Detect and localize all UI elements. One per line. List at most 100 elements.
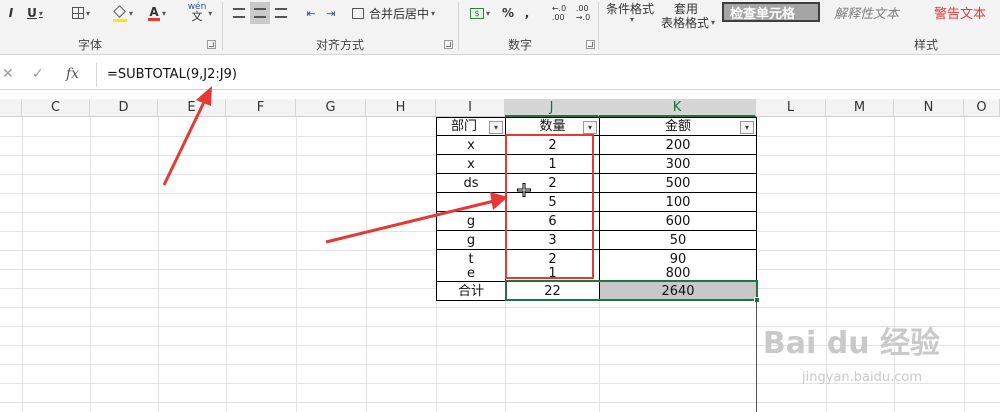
style-warning-text[interactable]: 警告文本 — [928, 2, 1000, 22]
header-dept[interactable]: 部门 ▾ — [436, 117, 506, 136]
border-icon — [71, 7, 84, 19]
comma-button[interactable]: , — [520, 2, 534, 24]
table-cell[interactable]: x — [436, 155, 506, 174]
column-header-k[interactable]: K — [599, 99, 756, 117]
watermark-logo: Bai du 经验 — [762, 326, 940, 361]
ribbon: I U ▾ ▾ ▾ A ▾ wén 文 ▾ ⇤ ⇥ 合并后居中 ▾ $ ▾ % , ←.0.… — [0, 0, 1000, 55]
highlight-box — [505, 134, 594, 279]
currency-icon: $ — [469, 7, 484, 19]
formula-input[interactable]: =SUBTOTAL(9,J2:J9) — [96, 63, 1000, 87]
watermark-url: jingyan.baidu.com — [802, 370, 922, 385]
grid-column-line — [366, 117, 367, 412]
alignment-group-launcher[interactable] — [444, 40, 453, 49]
ribbon-divider — [458, 2, 459, 50]
percent-button[interactable]: % — [500, 2, 516, 24]
font-group-label: 字体 — [77, 38, 102, 52]
align-center-button[interactable] — [250, 2, 270, 24]
header-amount-label: 金额 — [664, 119, 691, 134]
indent-decrease-icon: ⇤ — [306, 6, 316, 20]
table-cell[interactable]: x — [436, 136, 506, 155]
move-cursor-icon — [517, 183, 531, 197]
column-header-m[interactable]: M — [826, 99, 894, 117]
confirm-icon[interactable]: ✓ — [32, 66, 44, 82]
grid-column-line — [158, 117, 159, 412]
column-header-f[interactable]: F — [226, 99, 296, 117]
table-cell[interactable] — [436, 193, 506, 212]
alignment-group-label: 对齐方式 — [315, 38, 364, 52]
grid-column-line — [826, 117, 827, 412]
column-header-o[interactable]: O — [964, 99, 1000, 117]
grid-column-line — [296, 117, 297, 412]
align-center-icon — [254, 8, 266, 18]
accounting-format-button[interactable]: $ ▾ — [466, 2, 494, 24]
insert-function-icon[interactable]: fx — [66, 66, 79, 82]
column-header-i[interactable]: I — [436, 99, 505, 117]
phonetic-button[interactable]: wén 文 ▾ — [184, 2, 216, 24]
column-header-d[interactable]: D — [90, 99, 158, 117]
decrease-decimal-button[interactable]: .00 →.0 — [572, 2, 594, 24]
column-header-left-stub[interactable] — [0, 99, 22, 117]
styles-group-label: 样式 — [913, 38, 938, 52]
grid-column-line — [226, 117, 227, 412]
header-dept-label: 部门 — [450, 119, 477, 134]
grid-column-line — [90, 117, 91, 412]
number-group-label: 数字 — [507, 38, 532, 52]
table-cell[interactable]: g — [436, 231, 506, 250]
align-left-icon — [233, 8, 245, 18]
indent-increase-icon: ⇥ — [326, 6, 336, 20]
font-group-launcher[interactable] — [207, 40, 216, 49]
column-header-g[interactable]: G — [296, 99, 366, 117]
number-group-launcher[interactable] — [586, 40, 595, 49]
grid-column-line — [964, 117, 965, 412]
font-color-icon: A — [147, 4, 160, 21]
cancel-icon[interactable]: ✕ — [2, 66, 14, 82]
increase-indent-button[interactable]: ⇥ — [322, 2, 340, 24]
table-cell[interactable]: 100 — [600, 193, 757, 212]
ribbon-divider — [598, 2, 599, 50]
grid-column-line — [894, 117, 895, 412]
table-cell[interactable]: 50 — [600, 231, 757, 250]
table-cell[interactable]: 600 — [600, 212, 757, 231]
grid-column-line — [22, 117, 23, 412]
table-cell[interactable]: ds — [436, 174, 506, 193]
merge-center-button[interactable]: 合并后居中 ▾ — [352, 2, 454, 24]
conditional-format-dropdown[interactable]: ▾ — [626, 14, 636, 24]
fill-color-button[interactable]: ▾ — [108, 2, 138, 24]
column-header-c[interactable]: C — [22, 99, 90, 117]
style-explanatory-text[interactable]: 解释性文本 — [828, 2, 924, 22]
table-cell[interactable]: e — [436, 265, 506, 282]
table-cell[interactable]: 200 — [600, 136, 757, 155]
table-cell[interactable]: 500 — [600, 174, 757, 193]
column-k-right-edge — [756, 301, 757, 412]
underline-button[interactable]: U ▾ — [26, 2, 44, 24]
increase-decimal-button[interactable]: ←.0.00 — [548, 2, 570, 24]
ribbon-divider — [222, 2, 223, 50]
align-right-button[interactable] — [272, 2, 290, 24]
italic-button[interactable]: I — [4, 2, 18, 24]
align-left-button[interactable] — [230, 2, 248, 24]
apply-table-format-button[interactable]: 表格格式 ▾ — [658, 14, 718, 30]
fill-handle[interactable] — [754, 297, 760, 303]
selection-range — [505, 280, 758, 301]
border-button[interactable]: ▾ — [66, 2, 96, 24]
total-label-cell[interactable]: 合计 — [436, 282, 506, 301]
formula-bar: ✕ ✓ fx =SUBTOTAL(9,J2:J9) — [0, 60, 1000, 90]
formula-controls: ✕ ✓ fx — [0, 60, 96, 90]
column-header-j[interactable]: J — [505, 99, 599, 117]
column-header-e[interactable]: E — [158, 99, 226, 117]
column-header-h[interactable]: H — [366, 99, 436, 117]
phonetic-icon: wén 文 — [187, 2, 207, 23]
style-check-cell[interactable]: 检查单元格 — [722, 2, 820, 22]
column-header-l[interactable]: L — [756, 99, 826, 117]
increase-decimal-icon: ←.0.00 — [551, 4, 567, 22]
table-cell[interactable]: g — [436, 212, 506, 231]
table-cell[interactable]: 300 — [600, 155, 757, 174]
align-right-icon — [275, 8, 287, 18]
font-color-button[interactable]: A ▾ — [142, 2, 172, 24]
filter-dropdown-icon[interactable]: ▾ — [583, 121, 597, 134]
decrease-indent-button[interactable]: ⇤ — [302, 2, 320, 24]
column-header-n[interactable]: N — [894, 99, 964, 117]
header-amount[interactable]: 金额 ▾ — [600, 117, 757, 136]
filter-dropdown-icon[interactable]: ▾ — [489, 121, 503, 134]
filter-dropdown-icon[interactable]: ▾ — [740, 121, 754, 134]
